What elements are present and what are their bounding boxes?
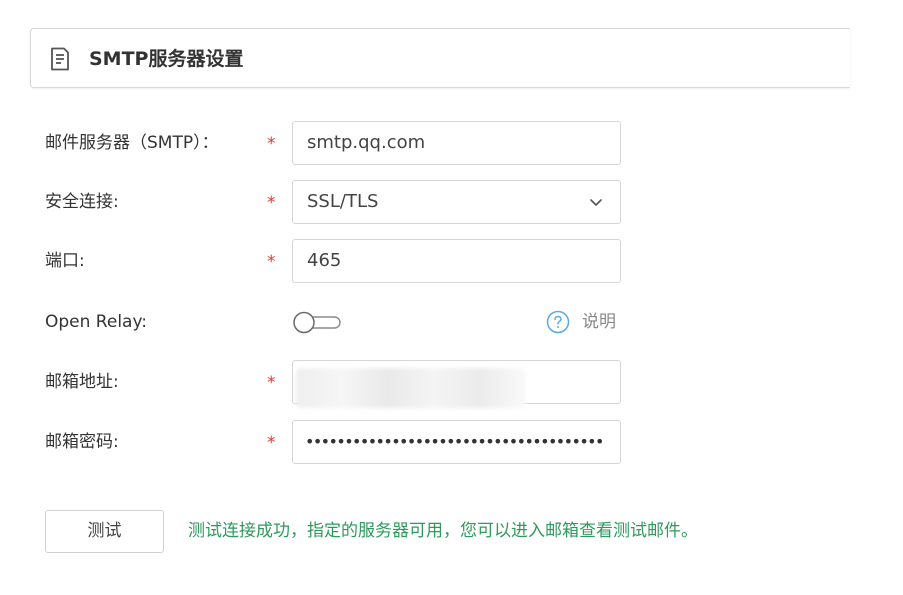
required-mark: * [267,134,276,154]
required-mark: * [267,433,276,453]
port-row: 端口: * 465 [0,239,903,283]
email-address-row: 邮箱地址: * [0,360,903,408]
open-relay-toggle[interactable] [292,310,342,334]
test-result-message: 测试连接成功，指定的服务器可用，您可以进入邮箱查看测试邮件。 [188,521,698,541]
open-relay-label: Open Relay: [45,312,148,332]
help-link[interactable]: 说明 [582,300,616,344]
email-address-label: 邮箱地址: [45,372,119,392]
email-password-label: 邮箱密码: [45,432,119,452]
required-mark: * [267,193,276,213]
smtp-server-label: 邮件服务器（SMTP）： [45,133,219,153]
email-password-row: 邮箱密码: * ••••••••••••••••••••••••••••••••… [0,420,903,464]
panel-header: SMTP服务器设置 [30,28,850,88]
email-password-input[interactable]: •••••••••••••••••••••••••••••••••••••• [292,420,621,464]
required-mark: * [267,252,276,272]
chevron-down-icon [590,199,602,206]
document-icon [51,47,69,71]
required-mark: * [267,373,276,393]
port-value: 465 [307,250,342,271]
smtp-server-row: 邮件服务器（SMTP）： * smtp.qq.com [0,121,903,165]
email-password-value: •••••••••••••••••••••••••••••••••••••• [305,432,604,451]
secure-connection-label: 安全连接: [45,192,119,212]
secure-connection-value: SSL/TLS [307,191,379,212]
page-title: SMTP服务器设置 [89,48,244,70]
secure-connection-select[interactable]: SSL/TLS [292,180,621,224]
secure-connection-row: 安全连接: * SSL/TLS [0,180,903,224]
open-relay-row: Open Relay: 说明 [0,300,903,344]
smtp-server-input[interactable]: smtp.qq.com [292,121,621,165]
redacted-email [296,368,526,408]
help-icon[interactable] [546,310,570,334]
port-input[interactable]: 465 [292,239,621,283]
test-button[interactable]: 测试 [45,510,164,553]
port-label: 端口: [45,251,85,271]
smtp-server-value: smtp.qq.com [307,132,426,153]
